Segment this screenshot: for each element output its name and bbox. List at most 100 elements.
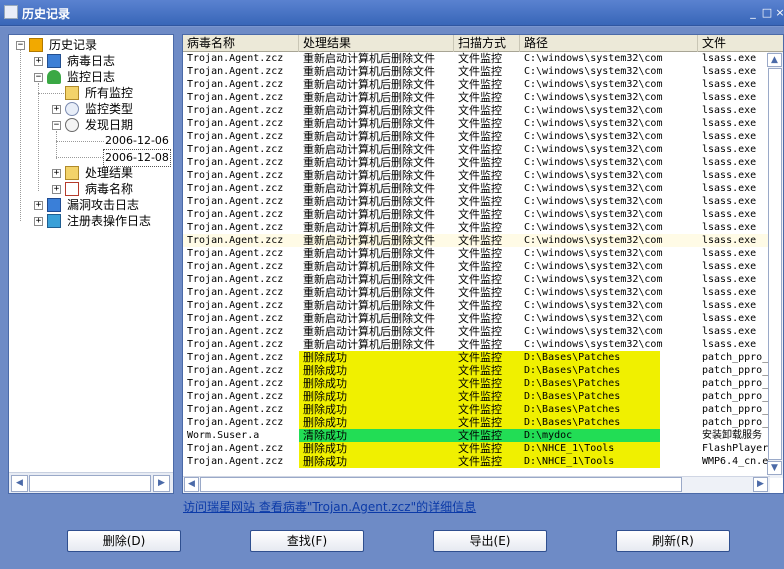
visit-website-link[interactable]: 访问瑞星网站 [183, 500, 255, 514]
list-vscroll-thumb[interactable] [768, 68, 782, 460]
table-row[interactable]: Trojan.Agent.zcz 重新启动计算机后删除文件 文件监控 C:\windo… [183, 65, 770, 78]
expand-icon[interactable]: + [52, 105, 61, 114]
table-row[interactable]: Trojan.Agent.zcz 重新启动计算机后删除文件 文件监控 C:\windo… [183, 286, 770, 299]
table-row[interactable]: Trojan.Agent.zcz 重新启动计算机后删除文件 文件监控 C:\windo… [183, 299, 770, 312]
cell-method: 文件监控 [454, 403, 520, 416]
cell-name: Trojan.Agent.zcz [187, 157, 284, 168]
tree-line [56, 157, 103, 158]
cell-result: 删除成功 [299, 351, 454, 364]
table-row[interactable]: Trojan.Agent.zcz 删除成功 文件监控 D:\NHCE_1\Tools F… [183, 442, 770, 455]
table-row[interactable]: Trojan.Agent.zcz 重新启动计算机后删除文件 文件监控 C:\windo… [183, 273, 770, 286]
cell-name: Trojan.Agent.zcz [187, 79, 284, 90]
table-row[interactable]: Trojan.Agent.zcz 重新启动计算机后删除文件 文件监控 C:\windo… [183, 312, 770, 325]
history-tree[interactable]: − 历史记录 + 病毒日志 − 监控日志 所有监控 + 监控类型 − 发现日期 … [9, 35, 173, 472]
virus-detail-link[interactable]: 查看病毒"Trojan.Agent.zcz"的详细信息 [259, 500, 476, 514]
expand-icon[interactable]: + [34, 201, 43, 210]
expand-icon[interactable]: + [52, 169, 61, 178]
table-row[interactable]: Trojan.Agent.zcz 重新启动计算机后删除文件 文件监控 C:\windo… [183, 52, 770, 65]
table-row[interactable]: Trojan.Agent.zcz 重新启动计算机后删除文件 文件监控 C:\windo… [183, 260, 770, 273]
scroll-left-icon[interactable]: ◀ [184, 477, 199, 492]
table-row[interactable]: Trojan.Agent.zcz 删除成功 文件监控 D:\Bases\Patches… [183, 403, 770, 416]
table-row[interactable]: Trojan.Agent.zcz 重新启动计算机后删除文件 文件监控 C:\windo… [183, 325, 770, 338]
column-virus-name[interactable]: 病毒名称 [183, 35, 299, 52]
table-row[interactable]: Trojan.Agent.zcz 删除成功 文件监控 D:\Bases\Patches… [183, 390, 770, 403]
cell-file: lsass.exe [702, 196, 757, 207]
expand-icon[interactable]: + [52, 185, 61, 194]
table-row[interactable]: Trojan.Agent.zcz 删除成功 文件监控 D:\Bases\Patches… [183, 351, 770, 364]
cell-result: 重新启动计算机后删除文件 [303, 52, 435, 65]
delete-button[interactable]: 删除(D) [67, 530, 181, 552]
list-hscroll-thumb[interactable] [200, 477, 682, 492]
find-button[interactable]: 查找(F) [250, 530, 364, 552]
column-result[interactable]: 处理结果 [299, 35, 454, 52]
table-row[interactable]: Trojan.Agent.zcz 重新启动计算机后删除文件 文件监控 C:\windo… [183, 338, 770, 351]
cell-path: C:\windows\system32\com [524, 66, 663, 77]
scroll-right-icon[interactable]: ▶ [153, 475, 170, 492]
table-row[interactable]: Trojan.Agent.zcz 重新启动计算机后删除文件 文件监控 C:\windo… [183, 195, 770, 208]
table-row[interactable]: Trojan.Agent.zcz 重新启动计算机后删除文件 文件监控 C:\windo… [183, 208, 770, 221]
cell-path: D:\Bases\Patches [520, 351, 660, 364]
close-button[interactable]: × [773, 6, 784, 19]
cell-path: C:\windows\system32\com [524, 235, 663, 246]
table-row[interactable]: Trojan.Agent.zcz 重新启动计算机后删除文件 文件监控 C:\windo… [183, 247, 770, 260]
table-row[interactable]: Trojan.Agent.zcz 重新启动计算机后删除文件 文件监控 C:\windo… [183, 234, 770, 247]
collapse-icon[interactable]: − [34, 73, 43, 82]
list-horizontal-scrollbar[interactable]: ◀ ▶ [183, 476, 770, 493]
cell-path: C:\windows\system32\com [524, 118, 663, 129]
cell-method: 文件监控 [454, 455, 520, 468]
cell-path: C:\windows\system32\com [524, 157, 663, 168]
refresh-button[interactable]: 刷新(R) [616, 530, 730, 552]
table-row[interactable]: Trojan.Agent.zcz 重新启动计算机后删除文件 文件监控 C:\windo… [183, 143, 770, 156]
cell-method: 文件监控 [458, 286, 502, 299]
table-row[interactable]: Trojan.Agent.zcz 重新启动计算机后删除文件 文件监控 C:\windo… [183, 156, 770, 169]
cell-method: 文件监控 [454, 442, 520, 455]
expand-icon[interactable]: + [34, 217, 43, 226]
cell-file: lsass.exe [702, 79, 757, 90]
cell-path: C:\windows\system32\com [524, 326, 663, 337]
cell-path: C:\windows\system32\com [524, 313, 663, 324]
list-vertical-scrollbar[interactable]: ▲ ▼ [767, 52, 783, 478]
scroll-left-icon[interactable]: ◀ [11, 475, 28, 492]
table-row[interactable]: Trojan.Agent.zcz 重新启动计算机后删除文件 文件监控 C:\windo… [183, 182, 770, 195]
list-rows: Trojan.Agent.zcz 重新启动计算机后删除文件 文件监控 C:\windo… [183, 52, 770, 475]
cell-method: 文件监控 [458, 169, 502, 182]
cell-file: lsass.exe [702, 170, 757, 181]
cell-path: C:\windows\system32\com [524, 287, 663, 298]
table-row[interactable]: Trojan.Agent.zcz 删除成功 文件监控 D:\Bases\Patches… [183, 364, 770, 377]
tree-scroll-thumb[interactable] [29, 475, 151, 492]
history-list[interactable]: 病毒名称 处理结果 扫描方式 路径 文件 Trojan.Agent.zcz 重新启… [182, 34, 784, 494]
minimize-button[interactable]: _ [746, 6, 760, 19]
table-row[interactable]: Trojan.Agent.zcz 重新启动计算机后删除文件 文件监控 C:\windo… [183, 169, 770, 182]
collapse-icon[interactable]: − [16, 41, 25, 50]
maximize-button[interactable]: □ [760, 6, 774, 19]
cell-path: D:\Bases\Patches [520, 416, 660, 429]
collapse-icon[interactable]: − [52, 121, 61, 130]
column-file[interactable]: 文件 [698, 35, 783, 52]
table-row[interactable]: Trojan.Agent.zcz 删除成功 文件监控 D:\Bases\Patches… [183, 416, 770, 429]
table-row[interactable]: Trojan.Agent.zcz 重新启动计算机后删除文件 文件监控 C:\windo… [183, 221, 770, 234]
table-row[interactable]: Trojan.Agent.zcz 重新启动计算机后删除文件 文件监控 C:\windo… [183, 117, 770, 130]
table-row[interactable]: Trojan.Agent.zcz 删除成功 文件监控 D:\NHCE_1\Tools W… [183, 455, 770, 468]
table-row[interactable]: Trojan.Agent.zcz 重新启动计算机后删除文件 文件监控 C:\windo… [183, 130, 770, 143]
cell-path: D:\Bases\Patches [520, 364, 660, 377]
expand-icon[interactable]: + [34, 57, 43, 66]
cell-path: D:\Bases\Patches [520, 377, 660, 390]
cell-result: 重新启动计算机后删除文件 [303, 338, 435, 351]
column-path[interactable]: 路径 [520, 35, 698, 52]
tree-horizontal-scrollbar[interactable]: ◀ ▶ [9, 472, 173, 493]
scroll-right-icon[interactable]: ▶ [753, 477, 768, 492]
tree-label-virus-name: 病毒名称 [85, 182, 134, 196]
cell-result: 重新启动计算机后删除文件 [303, 221, 435, 234]
table-row[interactable]: Worm.Suser.a 清除成功 文件监控 D:\mydoc 安装卸载服务 [183, 429, 770, 442]
table-row[interactable]: Trojan.Agent.zcz 重新启动计算机后删除文件 文件监控 C:\windo… [183, 91, 770, 104]
scroll-down-icon[interactable]: ▼ [767, 461, 782, 475]
cell-file: lsass.exe [702, 222, 757, 233]
search-icon [65, 102, 79, 116]
column-scan-method[interactable]: 扫描方式 [454, 35, 520, 52]
table-row[interactable]: Trojan.Agent.zcz 重新启动计算机后删除文件 文件监控 C:\windo… [183, 104, 770, 117]
table-row[interactable]: Trojan.Agent.zcz 删除成功 文件监控 D:\Bases\Patches… [183, 377, 770, 390]
scroll-up-icon[interactable]: ▲ [767, 53, 782, 67]
table-row[interactable]: Trojan.Agent.zcz 重新启动计算机后删除文件 文件监控 C:\windo… [183, 78, 770, 91]
cell-result: 删除成功 [299, 416, 454, 429]
export-button[interactable]: 导出(E) [433, 530, 547, 552]
